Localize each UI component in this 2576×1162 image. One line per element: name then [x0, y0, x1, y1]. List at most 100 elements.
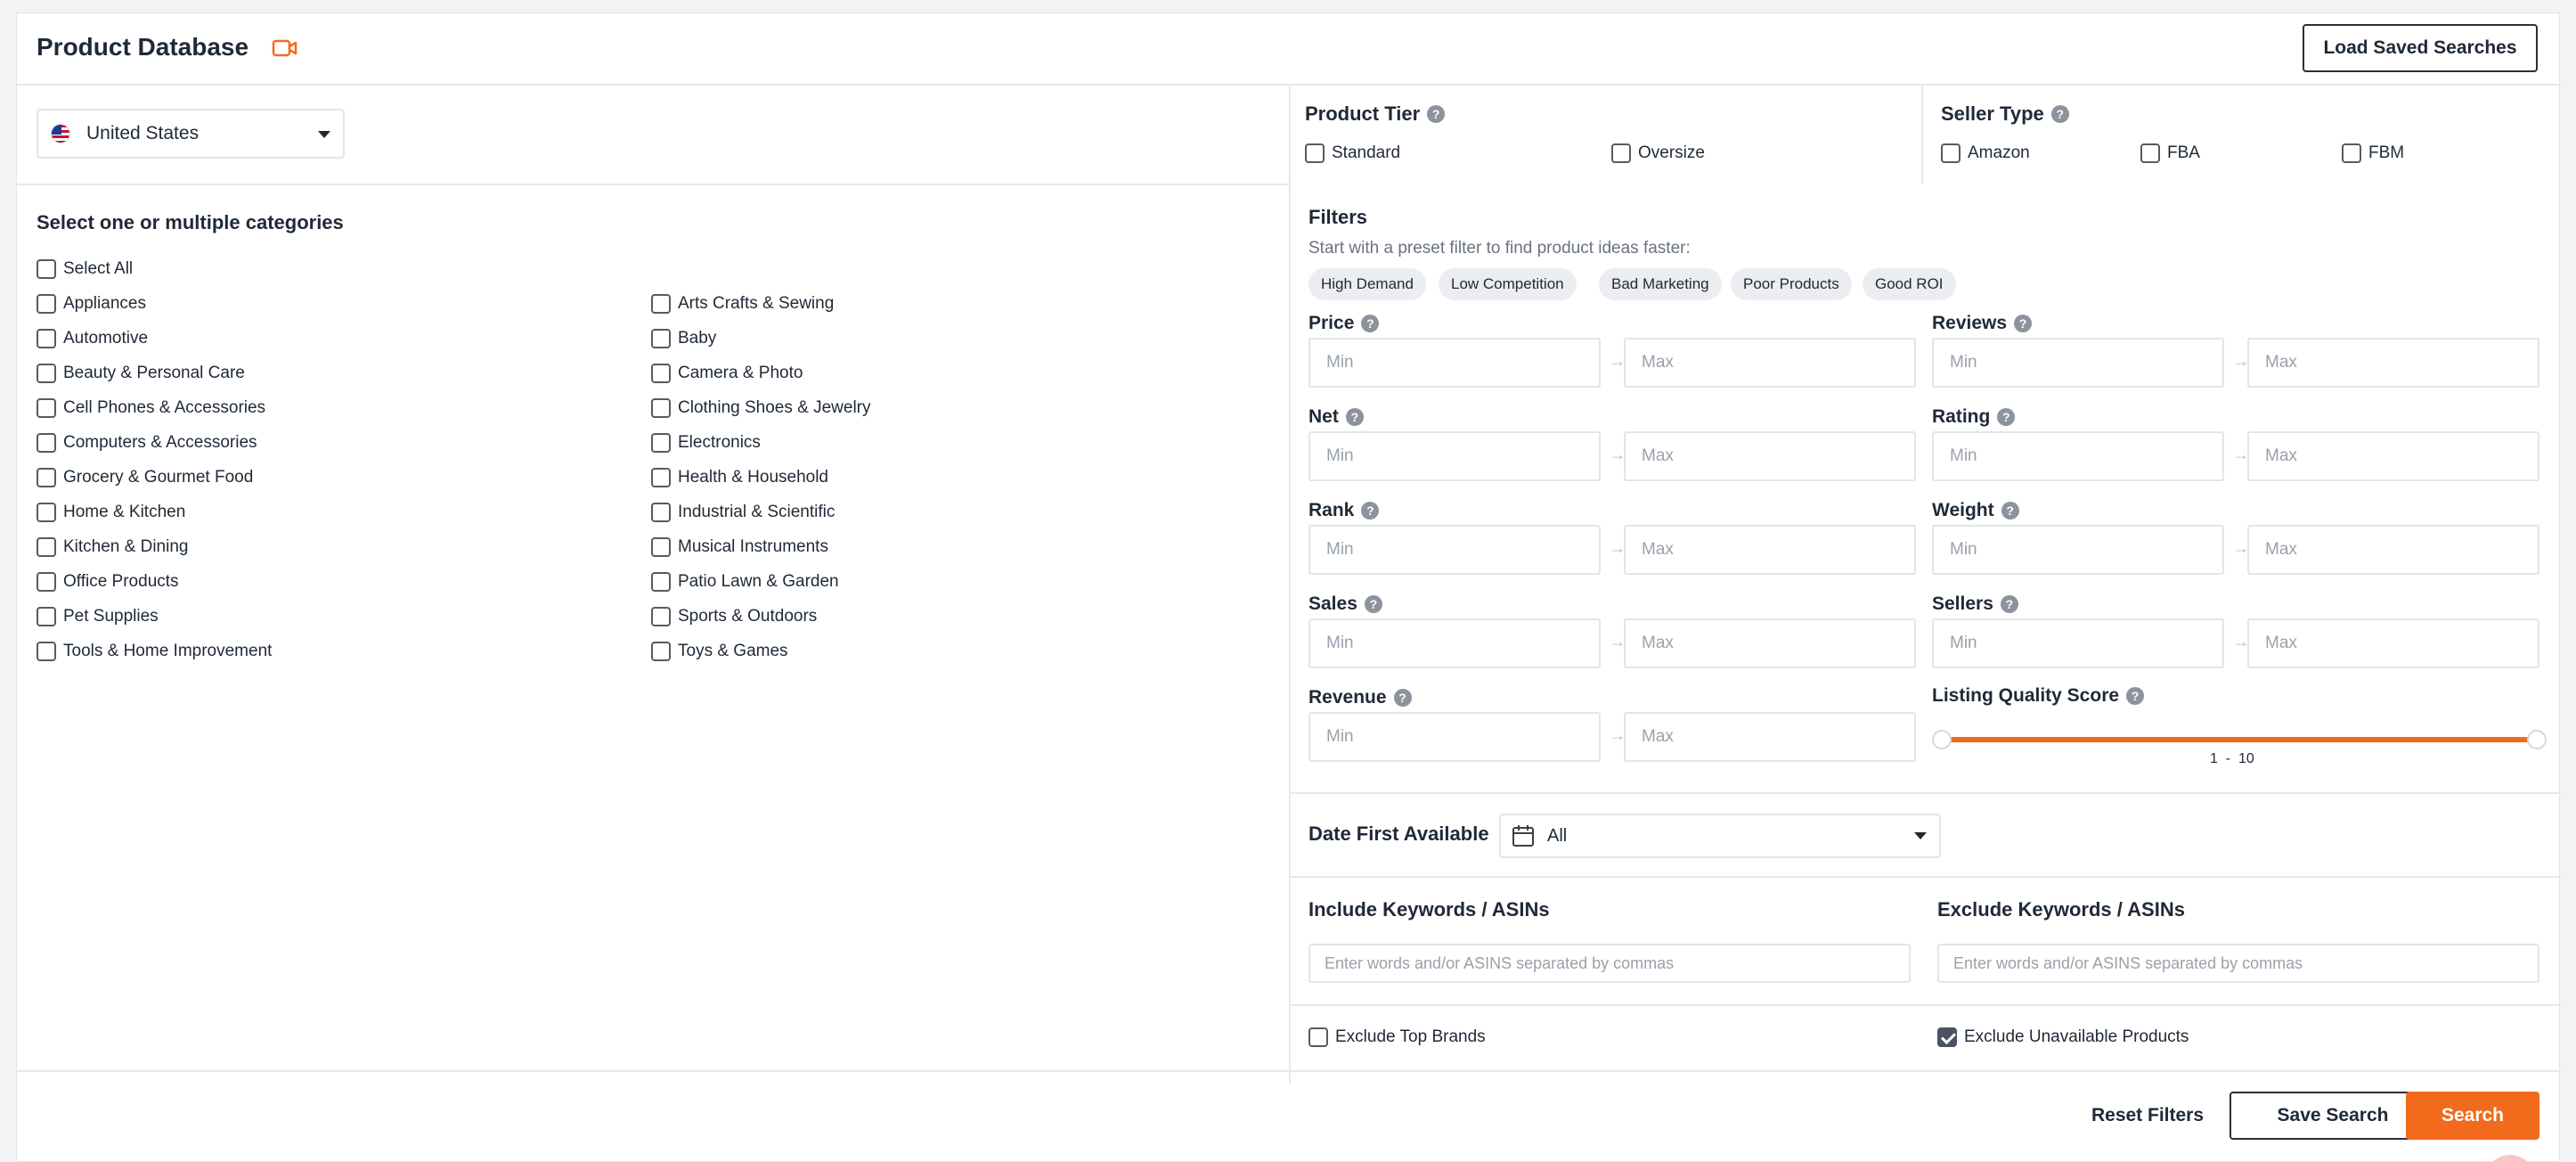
range-max-input[interactable] [2247, 431, 2539, 481]
marketplace-dropdown[interactable]: United States [37, 109, 345, 159]
seller-amazon-checkbox[interactable]: Amazon [1941, 143, 2030, 163]
checkbox[interactable] [651, 503, 671, 522]
category-checkbox[interactable]: Toys & Games [651, 642, 788, 661]
checkbox[interactable] [2342, 143, 2361, 163]
help-icon[interactable]: ? [2014, 315, 2033, 332]
help-icon[interactable]: ? [1997, 408, 2016, 426]
checkbox[interactable] [37, 329, 56, 348]
exclude-keywords-input[interactable] [1937, 944, 2539, 983]
category-checkbox[interactable]: Sports & Outdoors [651, 607, 817, 626]
range-min-input[interactable] [1308, 712, 1601, 762]
help-icon[interactable]: ? [1361, 502, 1380, 520]
category-checkbox[interactable]: Baby [651, 329, 716, 348]
checkbox[interactable] [651, 572, 671, 592]
range-max-input[interactable] [1624, 338, 1916, 388]
range-min-input[interactable] [1932, 431, 2224, 481]
seller-fba-checkbox[interactable]: FBA [2140, 143, 2200, 163]
reset-filters-button[interactable]: Reset Filters [2076, 1092, 2219, 1140]
checkbox[interactable] [37, 572, 56, 592]
checkbox[interactable] [651, 642, 671, 661]
category-checkbox[interactable]: Grocery & Gourmet Food [37, 468, 253, 487]
tier-standard-checkbox[interactable]: Standard [1305, 143, 1400, 163]
checkbox[interactable] [651, 607, 671, 626]
help-icon[interactable]: ? [2126, 687, 2145, 705]
checkbox[interactable] [37, 537, 56, 557]
category-checkbox[interactable]: Automotive [37, 329, 148, 348]
range-min-input[interactable] [1932, 525, 2224, 575]
load-saved-searches-button[interactable]: Load Saved Searches [2303, 24, 2538, 72]
checkbox[interactable] [1305, 143, 1325, 163]
category-checkbox[interactable]: Appliances [37, 294, 146, 314]
preset-filter-chip[interactable]: Bad Marketing [1599, 268, 1722, 300]
help-icon[interactable]: ? [2000, 595, 2018, 613]
range-min-input[interactable] [1308, 338, 1601, 388]
category-checkbox[interactable]: Beauty & Personal Care [37, 364, 245, 383]
range-max-input[interactable] [1624, 525, 1916, 575]
video-icon[interactable] [272, 37, 298, 60]
checkbox-checked[interactable] [1937, 1027, 1957, 1047]
tier-oversize-checkbox[interactable]: Oversize [1611, 143, 1705, 163]
checkbox[interactable] [37, 364, 56, 383]
preset-filter-chip[interactable]: High Demand [1308, 268, 1426, 300]
range-max-input[interactable] [2247, 525, 2539, 575]
checkbox[interactable] [1308, 1027, 1328, 1047]
checkbox[interactable] [37, 259, 56, 279]
exclude-unavailable-checkbox[interactable]: Exclude Unavailable Products [1937, 1027, 2189, 1047]
category-checkbox[interactable]: Cell Phones & Accessories [37, 398, 265, 418]
checkbox[interactable] [651, 364, 671, 383]
select-all-checkbox[interactable]: Select All [37, 259, 133, 279]
range-max-input[interactable] [1624, 712, 1916, 762]
preset-filter-chip[interactable]: Poor Products [1731, 268, 1852, 300]
checkbox[interactable] [1611, 143, 1631, 163]
help-icon[interactable]: ? [1427, 105, 1446, 123]
checkbox[interactable] [37, 503, 56, 522]
category-checkbox[interactable]: Clothing Shoes & Jewelry [651, 398, 871, 418]
preset-filter-chip[interactable]: Good ROI [1863, 268, 1956, 300]
range-min-input[interactable] [1932, 338, 2224, 388]
help-icon[interactable]: ? [1393, 689, 1412, 707]
range-max-input[interactable] [2247, 338, 2539, 388]
checkbox[interactable] [37, 607, 56, 626]
category-checkbox[interactable]: Arts Crafts & Sewing [651, 294, 834, 314]
checkbox[interactable] [37, 433, 56, 453]
range-min-input[interactable] [1308, 618, 1601, 668]
help-icon[interactable]: ? [2001, 502, 2019, 520]
include-keywords-input[interactable] [1308, 944, 1911, 983]
category-checkbox[interactable]: Kitchen & Dining [37, 537, 188, 557]
seller-fbm-checkbox[interactable]: FBM [2342, 143, 2404, 163]
checkbox[interactable] [651, 398, 671, 418]
category-checkbox[interactable]: Home & Kitchen [37, 503, 185, 522]
category-checkbox[interactable]: Computers & Accessories [37, 433, 257, 453]
category-checkbox[interactable]: Camera & Photo [651, 364, 803, 383]
checkbox[interactable] [651, 537, 671, 557]
lqs-slider-track[interactable] [1941, 737, 2531, 742]
range-max-input[interactable] [2247, 618, 2539, 668]
category-checkbox[interactable]: Health & Household [651, 468, 828, 487]
checkbox[interactable] [37, 468, 56, 487]
checkbox[interactable] [651, 468, 671, 487]
lqs-slider-min-handle[interactable] [1932, 730, 1952, 749]
range-min-input[interactable] [1308, 525, 1601, 575]
checkbox[interactable] [1941, 143, 1961, 163]
lqs-slider-max-handle[interactable] [2527, 730, 2547, 749]
preset-filter-chip[interactable]: Low Competition [1439, 268, 1577, 300]
checkbox[interactable] [651, 329, 671, 348]
help-icon[interactable]: ? [1364, 595, 1382, 613]
category-checkbox[interactable]: Tools & Home Improvement [37, 642, 272, 661]
date-first-available-dropdown[interactable]: All [1499, 814, 1941, 858]
range-max-input[interactable] [1624, 618, 1916, 668]
checkbox[interactable] [651, 294, 671, 314]
category-checkbox[interactable]: Pet Supplies [37, 607, 159, 626]
category-checkbox[interactable]: Musical Instruments [651, 537, 828, 557]
checkbox[interactable] [2140, 143, 2160, 163]
checkbox[interactable] [37, 294, 56, 314]
range-min-input[interactable] [1932, 618, 2224, 668]
range-max-input[interactable] [1624, 431, 1916, 481]
category-checkbox[interactable]: Patio Lawn & Garden [651, 572, 839, 592]
search-button[interactable]: Search [2406, 1092, 2539, 1140]
checkbox[interactable] [37, 642, 56, 661]
category-checkbox[interactable]: Office Products [37, 572, 179, 592]
checkbox[interactable] [651, 433, 671, 453]
category-checkbox[interactable]: Electronics [651, 433, 761, 453]
exclude-top-brands-checkbox[interactable]: Exclude Top Brands [1308, 1027, 1486, 1047]
